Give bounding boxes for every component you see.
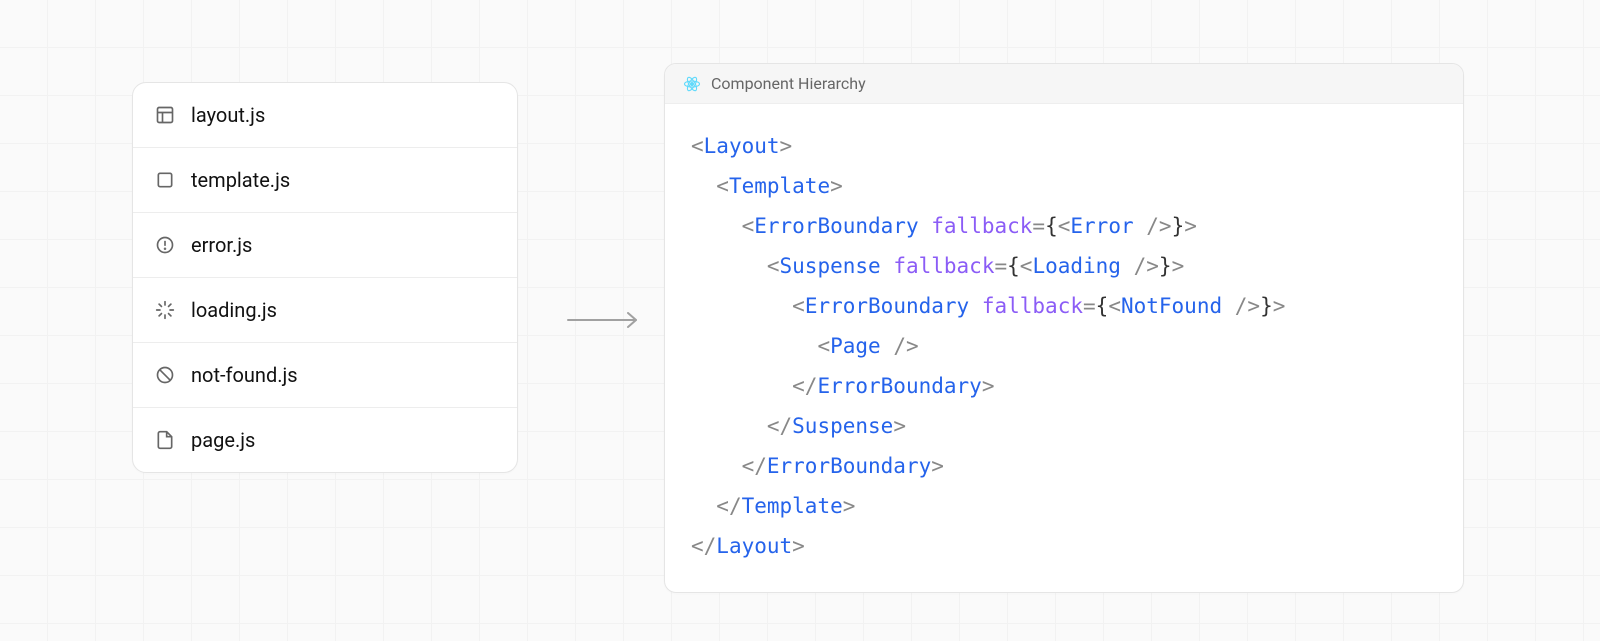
- file-label: template.js: [191, 168, 290, 192]
- component-hierarchy-code: <Layout> <Template> <ErrorBoundary fallb…: [665, 104, 1463, 592]
- layout-icon: [155, 105, 175, 125]
- react-icon: [683, 75, 701, 93]
- hierarchy-panel: Component Hierarchy <Layout> <Template> …: [664, 63, 1464, 593]
- file-label: layout.js: [191, 103, 265, 127]
- file-label: error.js: [191, 233, 252, 257]
- square-icon: [155, 170, 175, 190]
- file-item-not-found: not-found.js: [133, 343, 517, 408]
- alert-icon: [155, 235, 175, 255]
- panel-title: Component Hierarchy: [711, 74, 866, 93]
- file-item-loading: loading.js: [133, 278, 517, 343]
- file-item-error: error.js: [133, 213, 517, 278]
- spinner-icon: [155, 300, 175, 320]
- denied-icon: [155, 365, 175, 385]
- diagram-canvas: layout.js template.js error.js: [0, 0, 1600, 641]
- file-icon: [155, 430, 175, 450]
- file-label: not-found.js: [191, 363, 298, 387]
- file-item-layout: layout.js: [133, 83, 517, 148]
- file-label: loading.js: [191, 298, 277, 322]
- panel-header: Component Hierarchy: [665, 64, 1463, 104]
- file-item-page: page.js: [133, 408, 517, 472]
- arrow-right-icon: [566, 312, 640, 328]
- file-label: page.js: [191, 428, 255, 452]
- file-list: layout.js template.js error.js: [132, 82, 518, 473]
- file-item-template: template.js: [133, 148, 517, 213]
